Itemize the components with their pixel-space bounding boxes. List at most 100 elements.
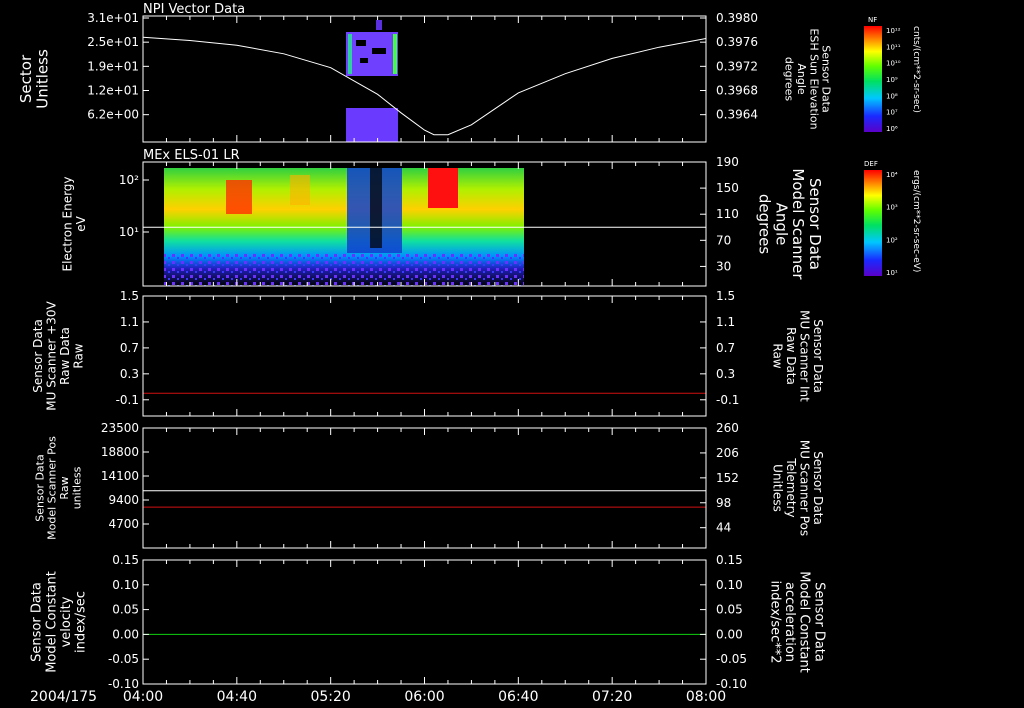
x-tick-label: 07:20 [592, 689, 632, 705]
x-tick-label: 04:00 [123, 689, 163, 705]
x-tick-label: 06:40 [498, 689, 538, 705]
panel-scanner-pos: 23500 18800 14100 9400 4700 260 206 152 98 44 Sens… [33, 421, 825, 549]
right-y-tick-label: 152 [716, 471, 739, 485]
right-y-tick-label: -0.05 [716, 652, 747, 666]
right-y-axis-label-line: Angle [772, 203, 790, 246]
y-axis-label-line: Sensor Data [33, 454, 46, 521]
right-y-tick-label: 260 [716, 421, 739, 435]
y-tick-label: 1.9e+01 [87, 59, 139, 73]
colorbar-tick-label: 10¹⁰ [886, 60, 901, 68]
y-tick-label: 2.5e+01 [87, 35, 139, 49]
right-y-tick-label: 0.3968 [716, 84, 758, 98]
colorbar-tick-label: 10⁷ [886, 109, 898, 117]
y-axis-label-line: Model Constant [44, 571, 59, 673]
y-tick-label: 9400 [108, 493, 139, 507]
y-axis-label-line: velocity [59, 596, 74, 647]
right-y-axis-label-line: Sensor Data [811, 582, 826, 662]
right-y-axis-label: Sensor DataMU Scanner IntRaw DataRaw [771, 310, 825, 402]
right-y-tick-label: 0.15 [716, 553, 743, 567]
right-y-tick-label: 0.3972 [716, 59, 758, 73]
right-y-tick-label: 150 [716, 181, 739, 195]
colorbar-tick-label: 10⁴ [886, 171, 898, 179]
colorbar-def-title: DEF [864, 160, 878, 168]
colorbar-nf-title: NF [868, 16, 877, 24]
right-y-tick-label: -0.1 [716, 393, 739, 407]
right-y-axis-label-line: Sensor Data [811, 319, 825, 393]
y-tick-label: 23500 [101, 421, 139, 435]
y-tick-label: 4700 [108, 517, 139, 531]
panel-npi: NPI Vector Data 3.1e+01 2.5e+01 1.9e+01 1.2… [17, 2, 833, 143]
panel-constant: 0.150.100.050.00-0.05-0.100.150.100.050.… [30, 553, 827, 691]
y-tick-label: 18800 [101, 445, 139, 459]
right-y-tick-label: 1.5 [716, 289, 735, 303]
y-tick-label: -0.05 [108, 652, 139, 666]
right-y-tick-label: 0.00 [716, 627, 743, 641]
right-y-axis-label-line: Sensor Data [820, 45, 833, 112]
panel-npi-frame [142, 15, 707, 143]
multi-panel-plot: NPI Vector Data 3.1e+01 2.5e+01 1.9e+01 1.2… [17, 2, 921, 705]
right-y-axis-label-line: Sensor Data [811, 451, 825, 525]
colorbar-def: DEF 10⁴ 10³ 10² 10¹ ergs/(cm**2-sr-sec-eV) [864, 160, 921, 277]
panel-els-title: MEx ELS-01 LR [143, 148, 240, 163]
right-y-axis-label-line: degrees [783, 57, 796, 102]
right-y-axis-label-line: Raw [771, 343, 785, 368]
right-y-tick-label: 0.3964 [716, 108, 758, 122]
colorbar-tick-label: 10¹² [886, 27, 901, 35]
panel-els: MEx ELS-01 LR 10² 10¹ 190 150 110 70 30 Electro… [60, 148, 824, 287]
panel-scanner-pos-frame [142, 427, 707, 549]
right-y-tick-label: 190 [716, 155, 739, 169]
y-tick-label: 0.00 [112, 627, 139, 641]
x-tick-label: 06:00 [404, 689, 444, 705]
y-axis-label-line: Sensor Data [30, 582, 45, 662]
colorbar-tick-label: 10² [886, 236, 898, 244]
y-axis-label: Electron Energy eV [60, 176, 87, 271]
colorbar-def-label: ergs/(cm**2-sr-sec-eV) [911, 170, 921, 272]
right-y-tick-label: 0.3980 [716, 11, 758, 25]
x-tick-label: 05:20 [310, 689, 350, 705]
right-y-tick-label: 110 [716, 207, 739, 221]
y-tick-label: 10² [119, 173, 139, 187]
y-tick-label: 14100 [101, 469, 139, 483]
y-tick-label: 0.7 [120, 341, 139, 355]
colorbar-tick-label: 10³ [886, 204, 898, 212]
panel-mu-30v-frame [142, 295, 707, 417]
right-y-axis-label: Sensor DataESH Sun ElevationAngledegrees [783, 28, 833, 129]
right-y-axis-label-line: index/sec**2 [768, 580, 783, 663]
y-tick-label: 0.05 [112, 603, 139, 617]
right-y-axis-label-line: Unitless [771, 464, 785, 512]
right-y-axis-label-line: Model Scanner [789, 168, 807, 280]
colorbar-nf: NF 10¹² 10¹¹ 10¹⁰ 10⁹ 10⁸ 10⁷ 10⁶ cnts/(cm**2-… [864, 16, 921, 133]
y-axis-label: Sensor Data Model Scanner Pos Raw unitless [33, 436, 83, 540]
y-tick-label: 1.1 [120, 315, 139, 329]
y-axis-label: SectorUnitless [17, 49, 52, 109]
right-y-axis-label-line: Sensor Data [806, 178, 824, 270]
right-y-tick-label: 70 [716, 233, 731, 247]
x-tick-label: 08:00 [686, 689, 726, 705]
y-tick-label: 6.2e+00 [87, 108, 139, 122]
colorbar-tick-label: 10¹¹ [886, 43, 901, 51]
colorbar-nf-label: cnts/(cm**2-sr-sec) [911, 26, 921, 113]
y-axis-label-line: MU Scanner +30V [44, 301, 58, 411]
y-axis-label-line: index/sec [73, 591, 88, 653]
right-y-tick-label: 30 [716, 259, 731, 273]
right-y-axis-label-line: degrees [756, 194, 774, 255]
right-y-axis-label: Sensor DataMU Scanner PosTelemetryUnitle… [771, 440, 825, 536]
right-y-axis-label: Sensor DataModel ScannerAngledegrees [756, 168, 824, 280]
right-y-axis-label-line: acceleration [782, 582, 797, 662]
npi-sun-elevation-line [142, 36, 707, 136]
panel-constant-frame [142, 559, 707, 685]
y-axis-label-line: Model Scanner Pos [46, 436, 59, 540]
x-tick-label: 04:40 [217, 689, 257, 705]
right-y-axis-label-line: Model Constant [797, 571, 812, 673]
right-y-axis-label-line: MU Scanner Pos [798, 440, 812, 536]
right-y-tick-label: 206 [716, 446, 739, 460]
y-tick-label: 0.10 [112, 578, 139, 592]
right-y-tick-label: 0.7 [716, 341, 735, 355]
y-axis-label-line: Sensor Data [31, 319, 45, 393]
right-y-axis-label-line: Angle [795, 63, 808, 95]
right-y-tick-label: 1.1 [716, 315, 735, 329]
y-axis-label-line: Raw [58, 476, 71, 499]
right-y-tick-label: 98 [716, 496, 731, 510]
y-tick-label: 0.3 [120, 367, 139, 381]
right-y-tick-label: 0.05 [716, 603, 743, 617]
